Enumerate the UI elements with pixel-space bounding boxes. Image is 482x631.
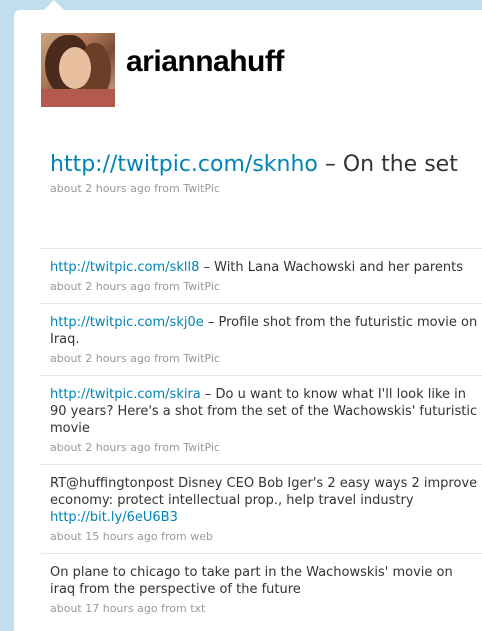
list-item: On plane to chicago to take part in the …: [41, 553, 482, 625]
tweet-text: – With Lana Wachowski and her parents: [199, 260, 464, 275]
list-item: http://twitpic.com/skj0e – Profile shot …: [41, 303, 482, 375]
tweet-link[interactable]: http://twitpic.com/skira: [50, 387, 201, 402]
list-item: http://twitpic.com/skira – Do u want to …: [41, 375, 482, 464]
tweet-meta: about 2 hours ago from TwitPic: [50, 352, 220, 365]
tweet-link[interactable]: http://twitpic.com/skj0e: [50, 315, 204, 330]
featured-tweet: http://twitpic.com/sknho – On the set ab…: [50, 151, 480, 195]
featured-tweet-meta: about 2 hours ago from TwitPic: [50, 182, 220, 195]
tweet-text: On plane to chicago to take part in the …: [50, 565, 453, 597]
avatar[interactable]: [41, 33, 115, 107]
tweet-meta: about 2 hours ago from TwitPic: [50, 280, 220, 293]
list-item: http://twitpic.com/skll8 – With Lana Wac…: [41, 248, 482, 303]
tweet-meta: about 17 hours ago from txt: [50, 602, 206, 615]
featured-tweet-link[interactable]: http://twitpic.com/sknho: [50, 152, 318, 177]
tweet-text: RT@huffingtonpost Disney CEO Bob Iger's …: [50, 476, 478, 508]
timeline-panel: ariannahuff http://twitpic.com/sknho – O…: [14, 10, 482, 631]
tweet-meta: about 15 hours ago from web: [50, 530, 213, 543]
profile-username[interactable]: ariannahuff: [126, 45, 284, 79]
tweet-link[interactable]: http://twitpic.com/skll8: [50, 260, 199, 275]
featured-tweet-text: – On the set: [317, 152, 458, 177]
tweet-list: http://twitpic.com/skll8 – With Lana Wac…: [41, 248, 482, 625]
panel-notch: [44, 0, 64, 10]
tweet-meta: about 2 hours ago from TwitPic: [50, 441, 220, 454]
list-item: RT@huffingtonpost Disney CEO Bob Iger's …: [41, 464, 482, 553]
tweet-link[interactable]: http://bit.ly/6eU6B3: [50, 510, 178, 525]
